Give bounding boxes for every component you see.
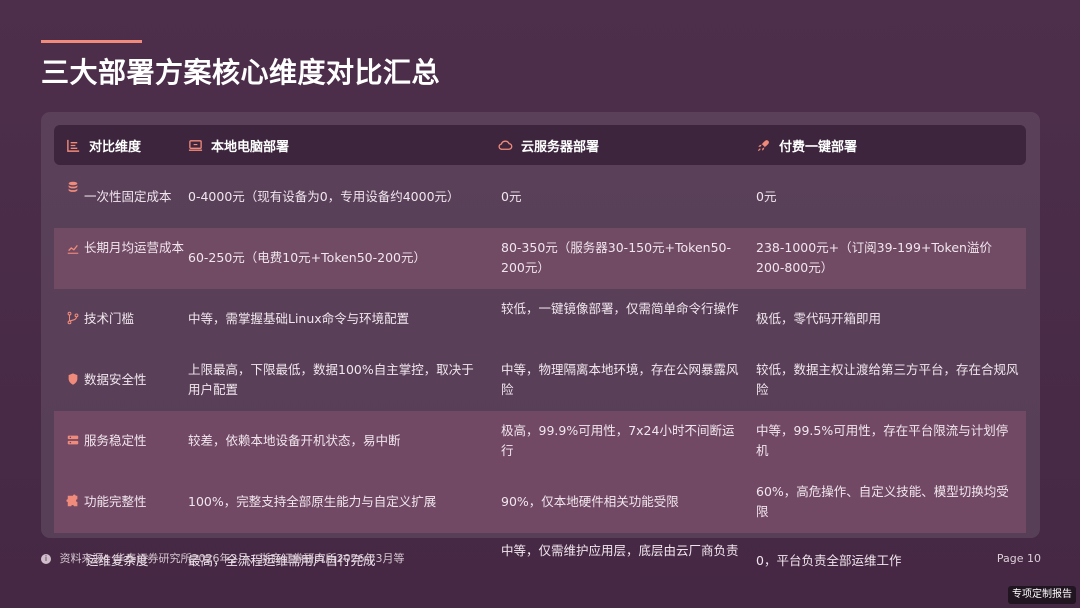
row-paid-value: 较低，数据主权让渡给第三方平台，存在合规风险 <box>756 362 1019 397</box>
cloud-icon <box>498 138 513 153</box>
table-row: 数据安全性 上限最高，下限最低，数据100%自主掌控，取决于用户配置 中等，物理… <box>54 350 1026 411</box>
header-paid-label: 付费一键部署 <box>779 139 858 155</box>
row-cloud-value: 中等，物理隔离本地环境，存在公网暴露风险 <box>501 362 739 397</box>
server-icon <box>66 433 80 447</box>
header-dimension-label: 对比维度 <box>89 139 142 155</box>
line-chart-icon <box>66 241 80 255</box>
row-cloud-value: 0元 <box>501 189 522 204</box>
row-paid-value: 中等，99.5%可用性，存在平台限流与计划停机 <box>756 423 1009 458</box>
branch-icon <box>66 311 80 325</box>
report-tag: 专项定制报告 <box>1008 586 1076 604</box>
title-accent-bar <box>41 40 142 43</box>
page-number: Page 10 <box>996 552 1041 565</box>
row-paid-value: 238-1000元+（订阅39-199+Token溢价200-800元） <box>756 240 992 275</box>
row-paid-value: 0元 <box>756 189 777 204</box>
row-local-value: 60-250元（电费10元+Token50-200元） <box>188 250 426 265</box>
table-header: 对比维度 本地电脑部署 云服务器部署 付费一键部署 <box>54 125 1026 165</box>
row-local-value: 0-4000元（现有设备为0，专用设备约4000元） <box>188 189 460 204</box>
source-text: 资料来源：华泰证券研究所2026年2月、浙商证券研究所2026年3月等 <box>59 552 405 565</box>
page-title: 三大部署方案核心维度对比汇总 <box>41 56 441 89</box>
puzzle-icon <box>66 494 80 508</box>
table-row: 服务稳定性 较差，依赖本地设备开机状态，易中断 极高，99.9%可用性，7x24… <box>54 411 1026 472</box>
header-local: 本地电脑部署 <box>188 125 428 165</box>
source-note: i 资料来源：华泰证券研究所2026年2月、浙商证券研究所2026年3月等 <box>41 552 404 566</box>
row-cloud-value: 极高，99.9%可用性，7x24小时不间断运行 <box>501 423 735 458</box>
header-cloud: 云服务器部署 <box>498 125 738 165</box>
overflow-row-cloud-value: 中等，仅需维护应用层，底层由云厂商负责 <box>501 543 739 558</box>
row-cloud-value: 90%，仅本地硬件相关功能受限 <box>501 494 679 509</box>
laptop-icon <box>188 138 203 153</box>
table-row: 一次性固定成本 0-4000元（现有设备为0，专用设备约4000元） 0元 0元 <box>54 167 1026 228</box>
overflow-row-paid-value: 0，平台负责全部运维工作 <box>756 553 902 568</box>
rocket-icon <box>756 138 771 153</box>
slide: 三大部署方案核心维度对比汇总 对比维度 本地电脑部署 云服务器部署 付费一键部署… <box>0 0 1080 608</box>
row-local-value: 100%，完整支持全部原生能力与自定义扩展 <box>188 494 437 509</box>
header-cloud-label: 云服务器部署 <box>521 139 600 155</box>
table-row: 技术门槛 中等，需掌握基础Linux命令与环境配置 较低，一键镜像部署，仅需简单… <box>54 289 1026 350</box>
comparison-table: 对比维度 本地电脑部署 云服务器部署 付费一键部署 一次性固定成本 0-4000… <box>41 112 1040 538</box>
header-local-label: 本地电脑部署 <box>211 139 290 155</box>
table-row: 功能完整性 100%，完整支持全部原生能力与自定义扩展 90%，仅本地硬件相关功… <box>54 472 1026 533</box>
header-paid: 付费一键部署 <box>756 125 996 165</box>
row-cloud-value: 80-350元（服务器30-150元+Token50-200元） <box>501 240 732 275</box>
header-dimension: 对比维度 <box>66 125 186 165</box>
row-local-value: 上限最高，下限最低，数据100%自主掌控，取决于用户配置 <box>188 362 474 397</box>
row-paid-value: 60%，高危操作、自定义技能、模型切换均受限 <box>756 484 1009 519</box>
shield-icon <box>66 372 80 386</box>
coins-icon <box>66 180 80 194</box>
info-icon: i <box>41 554 51 564</box>
list-chart-icon <box>66 138 81 153</box>
row-local-value: 中等，需掌握基础Linux命令与环境配置 <box>188 311 410 326</box>
table-row: 长期月均运营成本 60-250元（电费10元+Token50-200元） 80-… <box>54 228 1026 289</box>
row-paid-value: 极低，零代码开箱即用 <box>756 311 882 326</box>
row-cloud-value: 较低，一键镜像部署，仅需简单命令行操作 <box>501 301 739 316</box>
row-local-value: 较差，依赖本地设备开机状态，易中断 <box>188 433 401 448</box>
